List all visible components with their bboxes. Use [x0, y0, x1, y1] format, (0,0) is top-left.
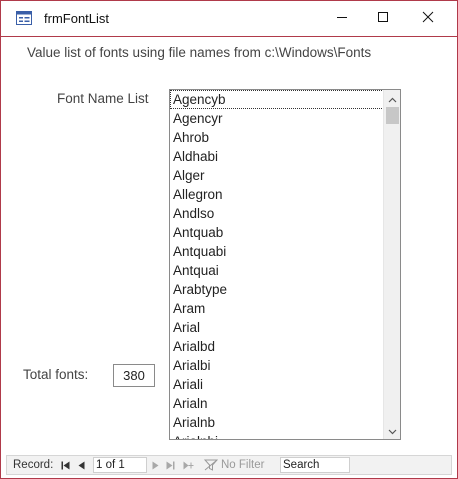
record-label: Record: [13, 459, 54, 471]
list-item[interactable]: Aram [170, 299, 384, 318]
list-item[interactable]: Ahrob [170, 128, 384, 147]
minimize-button[interactable] [319, 1, 365, 37]
list-item[interactable]: Arial [170, 318, 384, 337]
new-record-icon[interactable] [181, 456, 195, 474]
no-filter-label[interactable]: No Filter [221, 456, 264, 474]
chevron-up-icon [388, 90, 397, 108]
scroll-up-button[interactable] [384, 90, 400, 107]
search-input[interactable]: Search [280, 457, 350, 473]
font-list-items: Agencyb Agencyr Ahrob Aldhabi Alger Allegron A… [170, 90, 384, 439]
list-item[interactable]: Alger [170, 166, 384, 185]
maximize-icon [377, 10, 389, 28]
chevron-down-icon [388, 422, 397, 440]
form-window: frmFontList Value list of fonts using fi… [0, 0, 458, 479]
minimize-icon [336, 10, 348, 28]
list-item[interactable]: Aldhabi [170, 147, 384, 166]
list-item[interactable]: Allegron [170, 185, 384, 204]
list-item[interactable]: Agencyr [170, 109, 384, 128]
font-name-listbox[interactable]: Agencyb Agencyr Ahrob Aldhabi Alger Allegron A… [169, 89, 401, 440]
list-item[interactable]: Arialn [170, 394, 384, 413]
current-record-field[interactable]: 1 of 1 [93, 457, 147, 473]
first-record-icon[interactable] [59, 456, 71, 474]
maximize-button[interactable] [360, 1, 406, 37]
close-button[interactable] [405, 1, 451, 37]
font-list-label: Font Name List [57, 91, 149, 106]
form-heading: Value list of fonts using file names fro… [27, 45, 372, 60]
filter-icon[interactable] [203, 456, 219, 474]
window-title: frmFontList [44, 11, 110, 26]
next-record-icon[interactable] [149, 456, 161, 474]
list-item[interactable]: Arialbi [170, 356, 384, 375]
list-item[interactable]: Arialnbi [170, 432, 384, 439]
list-item[interactable]: Arialnb [170, 413, 384, 432]
list-item[interactable]: Antquai [170, 261, 384, 280]
scroll-thumb[interactable] [386, 107, 399, 124]
total-fonts-label: Total fonts: [23, 367, 89, 382]
list-item[interactable]: Antquab [170, 223, 384, 242]
list-item[interactable]: Andlso [170, 204, 384, 223]
title-bar[interactable]: frmFontList [1, 1, 457, 37]
list-item[interactable]: Agencyb [170, 90, 384, 109]
list-item[interactable]: Arabtype [170, 280, 384, 299]
record-navigation-bar: Record: 1 of 1 No Filter Search [6, 455, 452, 475]
scroll-down-button[interactable] [384, 422, 400, 439]
list-item[interactable]: Ariali [170, 375, 384, 394]
list-item[interactable]: Antquabi [170, 242, 384, 261]
list-item[interactable]: Arialbd [170, 337, 384, 356]
form-icon [16, 11, 32, 25]
close-icon [422, 10, 434, 28]
previous-record-icon[interactable] [75, 456, 87, 474]
last-record-icon[interactable] [163, 456, 177, 474]
vertical-scrollbar[interactable] [383, 90, 400, 439]
total-fonts-field[interactable]: 380 [113, 364, 155, 387]
